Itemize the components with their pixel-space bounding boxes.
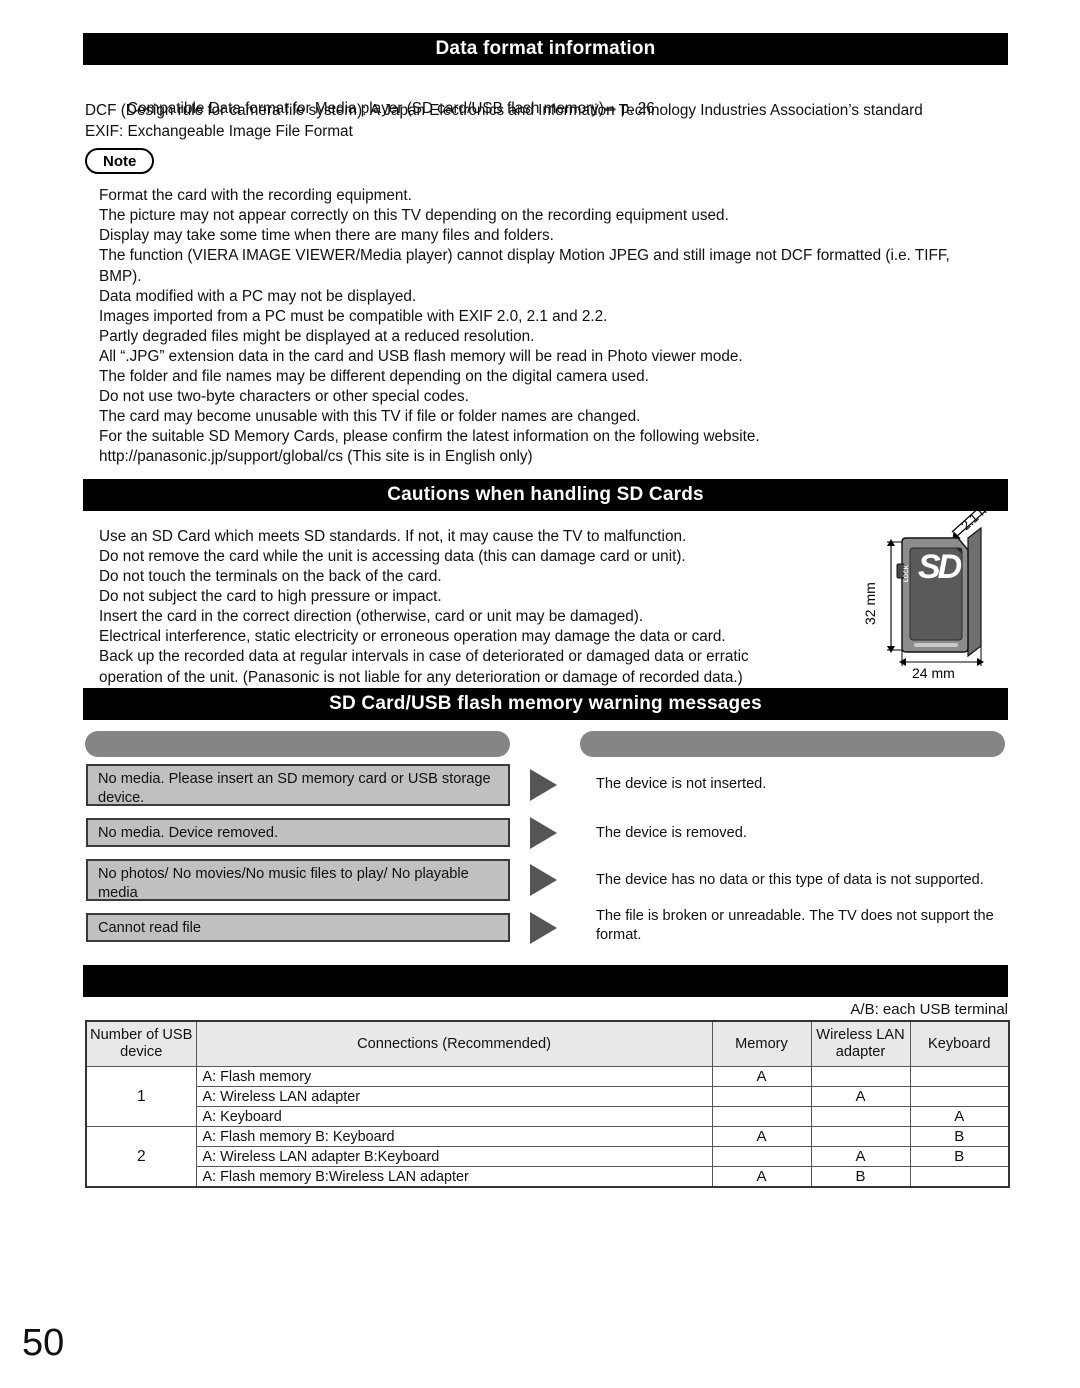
warning-col-header-message <box>85 731 510 757</box>
table-row: A: Wireless LAN adapter A <box>86 1086 1010 1107</box>
exif-definition: EXIF: Exchangeable Image File Format <box>85 123 353 140</box>
connection-label: A: Flash memory B:Wireless LAN adapter <box>195 1166 713 1188</box>
connection-label: A: Flash memory <box>195 1066 713 1087</box>
sd-logo-icon: SD <box>918 548 965 586</box>
arrow-right-icon <box>530 864 557 896</box>
sd-width-label: 24 mm <box>912 665 955 681</box>
manual-page: Data format information Compatible Data … <box>0 0 1080 1388</box>
note-item: For the suitable SD Memory Cards, please… <box>99 428 760 445</box>
keyboard-mark <box>909 1066 1010 1087</box>
sd-card-diagram: SD LOCK 32 mm 24 mm 2.1 mm <box>840 480 1015 681</box>
caution-item: Do not subject the card to high pressure… <box>99 588 442 605</box>
caution-item: Use an SD Card which meets SD standards.… <box>99 528 687 545</box>
usb-device-count: 2 <box>85 1126 197 1188</box>
memory-mark: A <box>711 1166 812 1188</box>
table-row: A: Flash memory B:Wireless LAN adapter A… <box>86 1166 1010 1188</box>
keyboard-mark: A <box>909 1106 1010 1127</box>
table-header-row: Number of USB device Connections (Recomm… <box>85 1020 1010 1067</box>
arrow-right-icon <box>530 817 557 849</box>
lock-label: LOCK <box>904 564 910 582</box>
connection-label: A: Flash memory B: Keyboard <box>195 1126 713 1147</box>
wireless-mark <box>810 1106 911 1127</box>
wireless-mark <box>810 1126 911 1147</box>
note-item: The folder and file names may be differe… <box>99 368 649 385</box>
connection-label: A: Wireless LAN adapter <box>195 1086 713 1107</box>
note-item: Format the card with the recording equip… <box>99 187 412 204</box>
note-item: The function (VIERA IMAGE VIEWER/Media p… <box>99 247 950 285</box>
caution-item: Insert the card in the correct direction… <box>99 608 644 625</box>
warning-meaning-text: The file is broken or unreadable. The TV… <box>596 908 994 943</box>
memory-mark: A <box>711 1066 812 1087</box>
warning-message-box: No media. Device removed. <box>86 818 510 847</box>
keyboard-mark <box>909 1166 1010 1188</box>
note-item: Data modified with a PC may not be displ… <box>99 288 417 305</box>
keyboard-mark: B <box>909 1126 1010 1147</box>
note-item: Display may take some time when there ar… <box>99 227 554 244</box>
memory-mark <box>711 1106 812 1127</box>
connection-label: A: Keyboard <box>195 1106 713 1127</box>
warning-message-box: Cannot read file <box>86 913 510 942</box>
note-item: Partly degraded files might be displayed… <box>99 328 535 345</box>
column-header-number: Number of USB device <box>85 1020 197 1067</box>
table-row: 2 A: Flash memory B: Keyboard A B <box>85 1126 1010 1188</box>
warning-col-header-meaning <box>580 731 1005 757</box>
warning-message-box: No photos/ No movies/No music files to p… <box>86 859 510 901</box>
section-banner-usb-connections <box>83 965 1008 997</box>
table-row: A: Keyboard A <box>86 1106 1010 1127</box>
sd-height-label: 32 mm <box>862 582 878 625</box>
note-item: Do not use two-byte characters or other … <box>99 388 469 405</box>
note-item: Images imported from a PC must be compat… <box>99 308 608 325</box>
column-header-keyboard: Keyboard <box>909 1020 1010 1067</box>
arrow-right-icon <box>530 769 557 801</box>
note-item: The picture may not appear correctly on … <box>99 207 729 224</box>
table-row: 1 A: Flash memory A <box>85 1066 1010 1127</box>
warning-meaning-text: The device is removed. <box>596 825 747 841</box>
keyboard-mark <box>909 1086 1010 1107</box>
column-header-wireless-lan: Wireless LAN adapter <box>810 1020 911 1067</box>
warning-meaning-text: The device has no data or this type of d… <box>596 872 984 888</box>
section-banner-data-format: Data format information <box>83 33 1008 65</box>
svg-text:SD: SD <box>918 548 962 586</box>
note-badge: Note <box>85 148 155 174</box>
arrow-right-icon <box>530 912 557 944</box>
page-number: 50 <box>22 1322 65 1364</box>
wireless-mark: A <box>810 1146 911 1167</box>
wireless-mark: A <box>810 1086 911 1107</box>
caution-item: Electrical interference, static electric… <box>99 628 726 645</box>
warning-message-box: No media. Please insert an SD memory car… <box>86 764 510 806</box>
usb-terminal-note: A/B: each USB terminal <box>850 1001 1008 1018</box>
table-row: A: Wireless LAN adapter B:Keyboard A B <box>86 1146 1010 1167</box>
section-banner-warning-messages: SD Card/USB flash memory warning message… <box>83 688 1008 720</box>
wireless-mark <box>810 1066 911 1087</box>
caution-item: Do not touch the terminals on the back o… <box>99 568 442 585</box>
column-header-memory: Memory <box>711 1020 812 1067</box>
note-item: The card may become unusable with this T… <box>99 408 641 425</box>
memory-mark: A <box>711 1126 812 1147</box>
connection-label: A: Wireless LAN adapter B:Keyboard <box>195 1146 713 1167</box>
usb-connections-table: Number of USB device Connections (Recomm… <box>85 1020 1010 1188</box>
column-header-connections: Connections (Recommended) <box>195 1020 713 1067</box>
usb-device-count: 1 <box>85 1066 197 1127</box>
memory-mark <box>711 1146 812 1167</box>
dcf-definition: DCF (Design rule for camera file system)… <box>85 102 923 119</box>
caution-item: Back up the recorded data at regular int… <box>99 648 749 686</box>
keyboard-mark: B <box>909 1146 1010 1167</box>
note-item: http://panasonic.jp/support/global/cs (T… <box>99 448 533 465</box>
note-item: All “.JPG” extension data in the card an… <box>99 348 743 365</box>
warning-meaning-text: The device is not inserted. <box>596 776 767 792</box>
wireless-mark: B <box>810 1166 911 1188</box>
caution-item: Do not remove the card while the unit is… <box>99 548 686 565</box>
memory-mark <box>711 1086 812 1107</box>
